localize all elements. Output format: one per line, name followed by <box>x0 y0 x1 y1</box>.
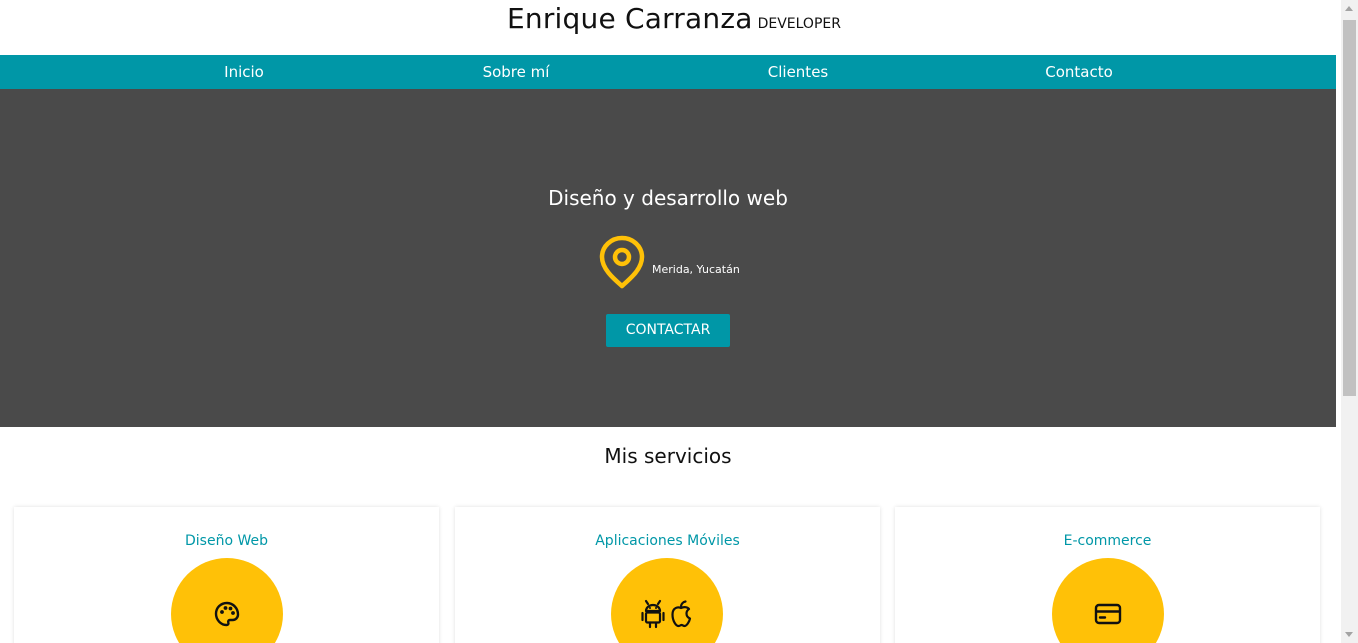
credit-card-icon <box>1094 603 1122 625</box>
service-card-mobile-apps[interactable]: Aplicaciones Móviles <box>455 507 880 643</box>
services-title: Mis servicios <box>604 444 732 468</box>
location: Merida, Yucatán <box>599 235 740 289</box>
nav-item-clientes[interactable]: Clientes <box>768 55 828 89</box>
nav-item-sobre-mi[interactable]: Sobre mí <box>483 55 550 89</box>
nav-item-contacto[interactable]: Contacto <box>1045 55 1113 89</box>
service-card-web-design[interactable]: Diseño Web <box>14 507 439 643</box>
hero-section: Diseño y desarrollo web Merida, Yucatán … <box>0 89 1336 427</box>
palette-icon <box>214 601 240 627</box>
page-scrollbar[interactable] <box>1341 0 1358 643</box>
service-card-ecommerce[interactable]: E-commerce <box>895 507 1320 643</box>
nav-item-inicio[interactable]: Inicio <box>224 55 264 89</box>
service-icon-circle <box>611 558 723 643</box>
main-nav: Inicio Sobre mí Clientes Contacto <box>0 55 1336 89</box>
android-apple-icon <box>641 599 692 629</box>
brand-tagline: DEVELOPER <box>757 16 841 32</box>
map-pin-icon <box>599 235 645 289</box>
service-card-title: E-commerce <box>1063 533 1152 549</box>
location-text: Merida, Yucatán <box>652 262 740 276</box>
brand[interactable]: Enrique Carranza DEVELOPER <box>507 2 841 35</box>
scroll-down-arrow-icon[interactable] <box>1345 632 1353 637</box>
scroll-up-arrow-icon[interactable] <box>1345 6 1353 11</box>
contact-button[interactable]: CONTACTAR <box>606 314 730 347</box>
site-header: Enrique Carranza DEVELOPER <box>0 0 1336 55</box>
scrollbar-thumb[interactable] <box>1343 20 1356 396</box>
hero-title: Diseño y desarrollo web <box>548 186 788 210</box>
service-icon-circle <box>1052 558 1164 643</box>
brand-name: Enrique Carranza <box>507 2 753 35</box>
page: Enrique Carranza DEVELOPER Inicio Sobre m… <box>0 0 1336 643</box>
service-icon-circle <box>171 558 283 643</box>
service-card-title: Aplicaciones Móviles <box>595 533 740 549</box>
service-card-title: Diseño Web <box>185 533 268 549</box>
